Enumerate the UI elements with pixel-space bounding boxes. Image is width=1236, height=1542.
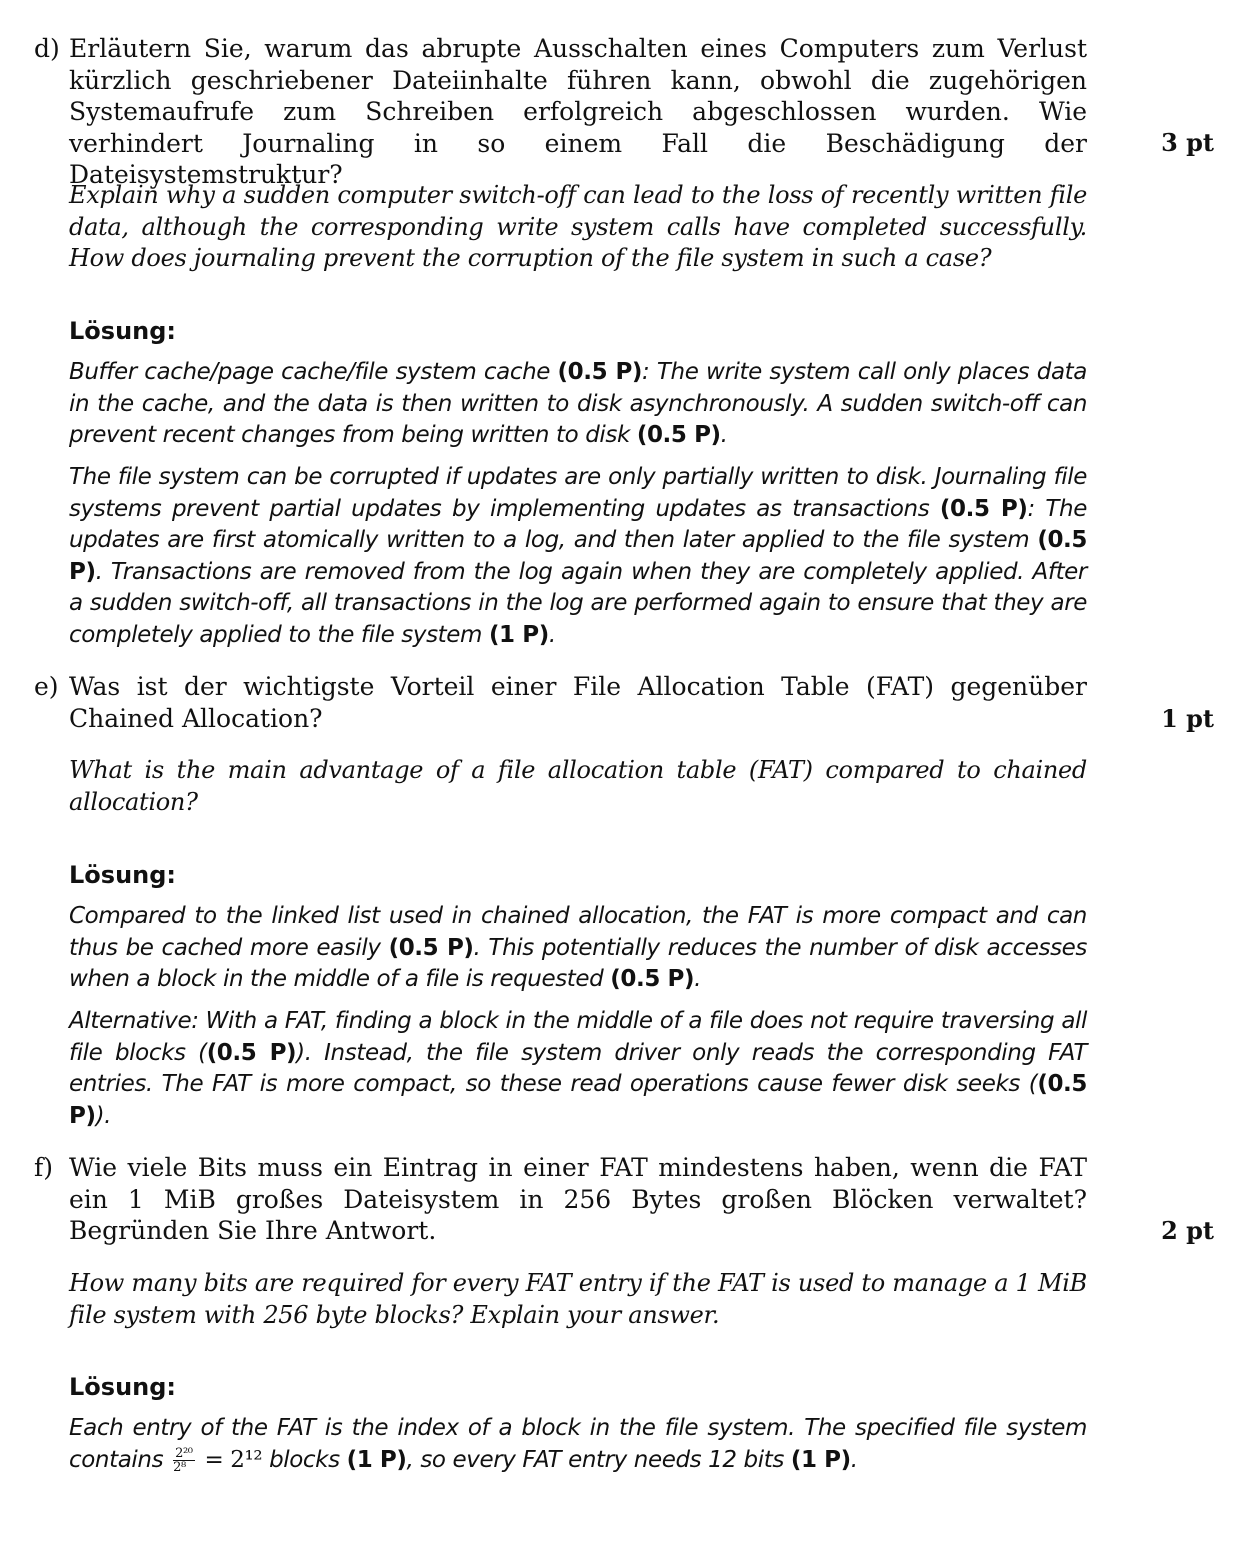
question-label: e) (34, 672, 59, 701)
question-english-text: What is the main advantage of a file all… (69, 756, 1087, 816)
solution-heading: Lösung: (69, 861, 177, 889)
question-german-text: Wie viele Bits muss ein Eintrag in einer… (69, 1153, 1087, 1245)
points-badge: 3 pt (1161, 128, 1214, 157)
points-badge: 1 pt (1161, 704, 1214, 733)
fraction: 2²⁰ 2⁸ (173, 1445, 195, 1475)
solution-paragraph: Alternative: With a FAT, finding a block… (69, 1008, 1087, 1129)
solution-heading: Lösung: (69, 317, 177, 345)
question-german-text: Erläutern Sie, warum das abrupte Ausscha… (69, 34, 1087, 189)
question-label: f) (34, 1153, 54, 1182)
question-english-text: How many bits are required for every FAT… (69, 1269, 1087, 1329)
solution-paragraph: The file system can be corrupted if upda… (69, 464, 1087, 648)
solution-paragraph: Compared to the linked list used in chai… (69, 903, 1087, 992)
question-english-text: Explain why a sudden computer switch-off… (69, 181, 1087, 272)
solution-paragraph: Each entry of the FAT is the index of a … (69, 1415, 1087, 1475)
solution-paragraph: Buffer cache/page cache/file system cach… (69, 359, 1087, 448)
question-label: d) (34, 34, 60, 63)
solution-heading: Lösung: (69, 1373, 177, 1401)
question-german-text: Was ist der wichtigste Vorteil einer Fil… (69, 672, 1087, 733)
points-badge: 2 pt (1161, 1216, 1214, 1245)
